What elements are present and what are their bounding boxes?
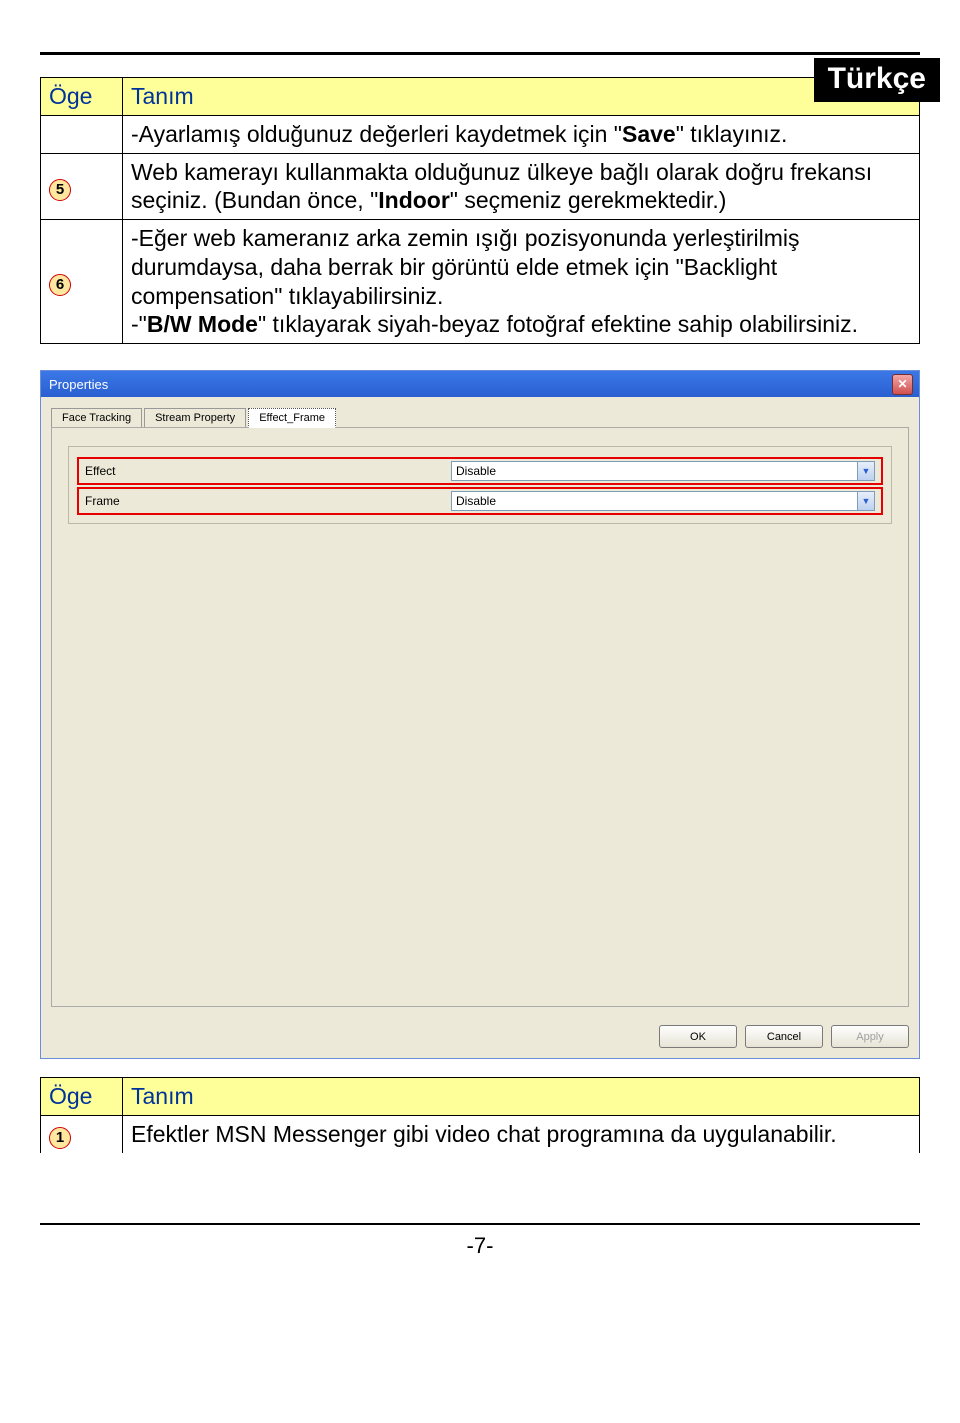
cancel-button[interactable]: Cancel: [745, 1025, 823, 1048]
table-row: 6 -Eğer web kameranız arka zemin ışığı p…: [41, 220, 920, 344]
bold-text: Indoor: [378, 187, 450, 213]
group-box: Effect Disable ▼ Frame Disable ▼: [68, 446, 892, 524]
text: -Ayarlamış olduğunuz değerleri kaydetmek…: [131, 121, 622, 147]
frame-combobox[interactable]: Disable ▼: [451, 491, 875, 511]
page-number: -7-: [40, 1233, 920, 1259]
tab-stream-property[interactable]: Stream Property: [144, 408, 246, 428]
text: " tıklayarak siyah-beyaz fotoğraf efekti…: [258, 311, 858, 337]
text: -": [131, 311, 147, 337]
top-rule: [40, 52, 920, 55]
bottom-rule: [40, 1223, 920, 1225]
tab-panel: Effect Disable ▼ Frame Disable ▼: [51, 427, 909, 1007]
item-number-6: 6: [49, 274, 71, 296]
close-button[interactable]: ✕: [892, 374, 913, 395]
window-title: Properties: [49, 377, 108, 392]
item-number-1: 1: [49, 1127, 71, 1149]
close-icon: ✕: [897, 377, 907, 391]
item-number-5: 5: [49, 179, 71, 201]
ok-button[interactable]: OK: [659, 1025, 737, 1048]
col-header-oge: Öge: [41, 78, 123, 116]
description-table-1: Öge Tanım -Ayarlamış olduğunuz değerleri…: [40, 77, 920, 344]
bold-text: Save: [622, 121, 676, 147]
table-row: 1 Efektler MSN Messenger gibi video chat…: [41, 1115, 920, 1153]
text: " tıklayınız.: [676, 121, 788, 147]
text: Efektler MSN Messenger gibi video chat p…: [123, 1115, 920, 1153]
col-header-tanim: Tanım: [123, 1078, 920, 1116]
effect-value: Disable: [456, 464, 496, 478]
bold-text: B/W Mode: [147, 311, 258, 337]
col-header-oge: Öge: [41, 1078, 123, 1116]
apply-button[interactable]: Apply: [831, 1025, 909, 1048]
text: -Eğer web kameranız arka zemin ışığı poz…: [131, 224, 911, 310]
tab-strip: Face Tracking Stream Property Effect_Fra…: [41, 397, 919, 427]
chevron-down-icon: ▼: [857, 492, 874, 510]
chevron-down-icon: ▼: [857, 462, 874, 480]
table-row: -Ayarlamış olduğunuz değerleri kaydetmek…: [41, 115, 920, 153]
language-badge: Türkçe: [814, 58, 940, 102]
effect-combobox[interactable]: Disable ▼: [451, 461, 875, 481]
frame-label: Frame: [85, 494, 445, 508]
tab-effect-frame[interactable]: Effect_Frame: [248, 408, 336, 428]
col-header-tanim: Tanım: [123, 78, 920, 116]
effect-label: Effect: [85, 464, 445, 478]
text: " seçmeniz gerekmektedir.): [450, 187, 727, 213]
frame-value: Disable: [456, 494, 496, 508]
highlight-row-effect: Effect Disable ▼: [77, 457, 883, 485]
description-table-2: Öge Tanım 1 Efektler MSN Messenger gibi …: [40, 1077, 920, 1153]
table-row: 5 Web kamerayı kullanmakta olduğunuz ülk…: [41, 153, 920, 220]
tab-face-tracking[interactable]: Face Tracking: [51, 408, 142, 428]
button-row: OK Cancel Apply: [41, 1017, 919, 1058]
highlight-row-frame: Frame Disable ▼: [77, 487, 883, 515]
properties-dialog: Properties ✕ Face Tracking Stream Proper…: [40, 370, 920, 1059]
titlebar: Properties ✕: [41, 371, 919, 397]
